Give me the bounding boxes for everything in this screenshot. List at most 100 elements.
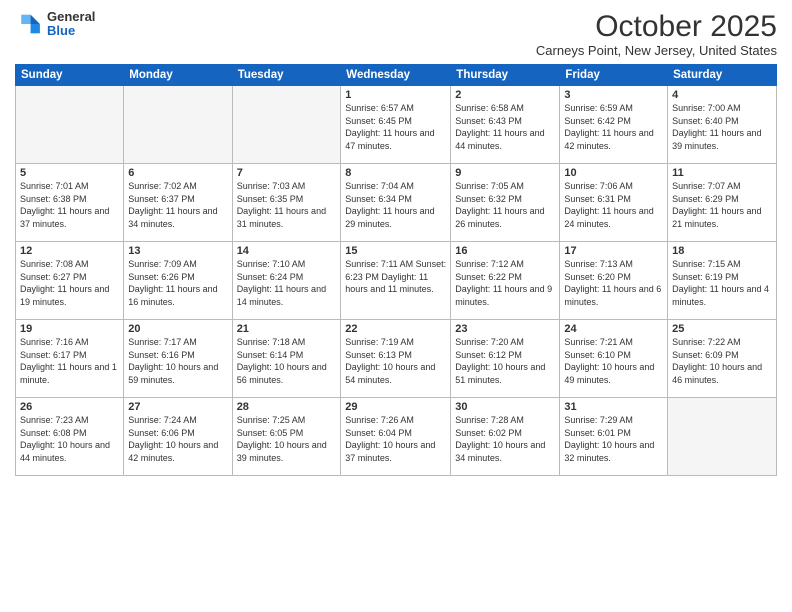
day-info: Sunrise: 7:25 AM Sunset: 6:05 PM Dayligh… bbox=[237, 414, 337, 464]
day-cell: 5Sunrise: 7:01 AM Sunset: 6:38 PM Daylig… bbox=[16, 164, 124, 242]
day-cell: 7Sunrise: 7:03 AM Sunset: 6:35 PM Daylig… bbox=[232, 164, 341, 242]
day-number: 30 bbox=[455, 401, 555, 413]
day-info: Sunrise: 7:19 AM Sunset: 6:13 PM Dayligh… bbox=[345, 336, 446, 386]
day-cell: 10Sunrise: 7:06 AM Sunset: 6:31 PM Dayli… bbox=[560, 164, 668, 242]
day-cell: 26Sunrise: 7:23 AM Sunset: 6:08 PM Dayli… bbox=[16, 398, 124, 476]
day-info: Sunrise: 7:09 AM Sunset: 6:26 PM Dayligh… bbox=[128, 258, 227, 308]
day-info: Sunrise: 6:58 AM Sunset: 6:43 PM Dayligh… bbox=[455, 102, 555, 152]
logo-general-text: General bbox=[47, 10, 95, 24]
day-number: 2 bbox=[455, 89, 555, 101]
day-cell: 28Sunrise: 7:25 AM Sunset: 6:05 PM Dayli… bbox=[232, 398, 341, 476]
day-info: Sunrise: 7:05 AM Sunset: 6:32 PM Dayligh… bbox=[455, 180, 555, 230]
day-cell: 2Sunrise: 6:58 AM Sunset: 6:43 PM Daylig… bbox=[451, 86, 560, 164]
day-info: Sunrise: 7:23 AM Sunset: 6:08 PM Dayligh… bbox=[20, 414, 119, 464]
day-number: 23 bbox=[455, 323, 555, 335]
logo: General Blue bbox=[15, 10, 95, 39]
location: Carneys Point, New Jersey, United States bbox=[536, 43, 777, 58]
week-row-2: 5Sunrise: 7:01 AM Sunset: 6:38 PM Daylig… bbox=[16, 164, 777, 242]
day-info: Sunrise: 7:01 AM Sunset: 6:38 PM Dayligh… bbox=[20, 180, 119, 230]
week-row-1: 1Sunrise: 6:57 AM Sunset: 6:45 PM Daylig… bbox=[16, 86, 777, 164]
day-info: Sunrise: 7:18 AM Sunset: 6:14 PM Dayligh… bbox=[237, 336, 337, 386]
week-row-4: 19Sunrise: 7:16 AM Sunset: 6:17 PM Dayli… bbox=[16, 320, 777, 398]
weekday-header-wednesday: Wednesday bbox=[341, 65, 451, 86]
day-cell: 11Sunrise: 7:07 AM Sunset: 6:29 PM Dayli… bbox=[668, 164, 777, 242]
day-number: 24 bbox=[564, 323, 663, 335]
day-cell bbox=[124, 86, 232, 164]
day-cell: 3Sunrise: 6:59 AM Sunset: 6:42 PM Daylig… bbox=[560, 86, 668, 164]
day-info: Sunrise: 7:16 AM Sunset: 6:17 PM Dayligh… bbox=[20, 336, 119, 386]
weekday-header-thursday: Thursday bbox=[451, 65, 560, 86]
day-number: 31 bbox=[564, 401, 663, 413]
day-number: 14 bbox=[237, 245, 337, 257]
day-cell: 30Sunrise: 7:28 AM Sunset: 6:02 PM Dayli… bbox=[451, 398, 560, 476]
day-cell: 14Sunrise: 7:10 AM Sunset: 6:24 PM Dayli… bbox=[232, 242, 341, 320]
day-info: Sunrise: 7:28 AM Sunset: 6:02 PM Dayligh… bbox=[455, 414, 555, 464]
day-info: Sunrise: 7:13 AM Sunset: 6:20 PM Dayligh… bbox=[564, 258, 663, 308]
day-number: 9 bbox=[455, 167, 555, 179]
day-cell: 22Sunrise: 7:19 AM Sunset: 6:13 PM Dayli… bbox=[341, 320, 451, 398]
logo-icon bbox=[15, 10, 43, 38]
day-info: Sunrise: 7:29 AM Sunset: 6:01 PM Dayligh… bbox=[564, 414, 663, 464]
weekday-header-friday: Friday bbox=[560, 65, 668, 86]
title-block: October 2025 Carneys Point, New Jersey, … bbox=[536, 10, 777, 58]
day-info: Sunrise: 7:12 AM Sunset: 6:22 PM Dayligh… bbox=[455, 258, 555, 308]
day-cell: 17Sunrise: 7:13 AM Sunset: 6:20 PM Dayli… bbox=[560, 242, 668, 320]
day-number: 20 bbox=[128, 323, 227, 335]
day-number: 15 bbox=[345, 245, 446, 257]
day-info: Sunrise: 7:21 AM Sunset: 6:10 PM Dayligh… bbox=[564, 336, 663, 386]
calendar-table: SundayMondayTuesdayWednesdayThursdayFrid… bbox=[15, 64, 777, 476]
month-title: October 2025 bbox=[536, 10, 777, 43]
day-number: 4 bbox=[672, 89, 772, 101]
day-cell: 21Sunrise: 7:18 AM Sunset: 6:14 PM Dayli… bbox=[232, 320, 341, 398]
weekday-header-sunday: Sunday bbox=[16, 65, 124, 86]
day-info: Sunrise: 7:17 AM Sunset: 6:16 PM Dayligh… bbox=[128, 336, 227, 386]
day-cell: 4Sunrise: 7:00 AM Sunset: 6:40 PM Daylig… bbox=[668, 86, 777, 164]
week-row-3: 12Sunrise: 7:08 AM Sunset: 6:27 PM Dayli… bbox=[16, 242, 777, 320]
day-info: Sunrise: 7:08 AM Sunset: 6:27 PM Dayligh… bbox=[20, 258, 119, 308]
day-cell: 23Sunrise: 7:20 AM Sunset: 6:12 PM Dayli… bbox=[451, 320, 560, 398]
day-cell: 15Sunrise: 7:11 AM Sunset: 6:23 PM Dayli… bbox=[341, 242, 451, 320]
day-number: 5 bbox=[20, 167, 119, 179]
day-info: Sunrise: 7:20 AM Sunset: 6:12 PM Dayligh… bbox=[455, 336, 555, 386]
day-cell: 9Sunrise: 7:05 AM Sunset: 6:32 PM Daylig… bbox=[451, 164, 560, 242]
day-cell: 31Sunrise: 7:29 AM Sunset: 6:01 PM Dayli… bbox=[560, 398, 668, 476]
day-number: 26 bbox=[20, 401, 119, 413]
day-number: 18 bbox=[672, 245, 772, 257]
day-number: 10 bbox=[564, 167, 663, 179]
day-info: Sunrise: 6:59 AM Sunset: 6:42 PM Dayligh… bbox=[564, 102, 663, 152]
day-cell: 19Sunrise: 7:16 AM Sunset: 6:17 PM Dayli… bbox=[16, 320, 124, 398]
day-info: Sunrise: 7:06 AM Sunset: 6:31 PM Dayligh… bbox=[564, 180, 663, 230]
day-number: 19 bbox=[20, 323, 119, 335]
day-cell: 18Sunrise: 7:15 AM Sunset: 6:19 PM Dayli… bbox=[668, 242, 777, 320]
weekday-header-monday: Monday bbox=[124, 65, 232, 86]
day-cell: 24Sunrise: 7:21 AM Sunset: 6:10 PM Dayli… bbox=[560, 320, 668, 398]
day-cell: 16Sunrise: 7:12 AM Sunset: 6:22 PM Dayli… bbox=[451, 242, 560, 320]
day-info: Sunrise: 7:10 AM Sunset: 6:24 PM Dayligh… bbox=[237, 258, 337, 308]
weekday-header-saturday: Saturday bbox=[668, 65, 777, 86]
day-number: 6 bbox=[128, 167, 227, 179]
day-number: 7 bbox=[237, 167, 337, 179]
day-number: 22 bbox=[345, 323, 446, 335]
day-info: Sunrise: 7:22 AM Sunset: 6:09 PM Dayligh… bbox=[672, 336, 772, 386]
day-number: 3 bbox=[564, 89, 663, 101]
day-info: Sunrise: 7:04 AM Sunset: 6:34 PM Dayligh… bbox=[345, 180, 446, 230]
day-info: Sunrise: 7:24 AM Sunset: 6:06 PM Dayligh… bbox=[128, 414, 227, 464]
day-number: 11 bbox=[672, 167, 772, 179]
day-number: 28 bbox=[237, 401, 337, 413]
header: General Blue October 2025 Carneys Point,… bbox=[15, 10, 777, 58]
day-cell: 27Sunrise: 7:24 AM Sunset: 6:06 PM Dayli… bbox=[124, 398, 232, 476]
day-cell: 6Sunrise: 7:02 AM Sunset: 6:37 PM Daylig… bbox=[124, 164, 232, 242]
day-number: 21 bbox=[237, 323, 337, 335]
day-cell bbox=[232, 86, 341, 164]
day-cell: 20Sunrise: 7:17 AM Sunset: 6:16 PM Dayli… bbox=[124, 320, 232, 398]
day-number: 29 bbox=[345, 401, 446, 413]
day-cell: 1Sunrise: 6:57 AM Sunset: 6:45 PM Daylig… bbox=[341, 86, 451, 164]
day-info: Sunrise: 7:03 AM Sunset: 6:35 PM Dayligh… bbox=[237, 180, 337, 230]
logo-blue-text: Blue bbox=[47, 24, 95, 38]
day-info: Sunrise: 6:57 AM Sunset: 6:45 PM Dayligh… bbox=[345, 102, 446, 152]
day-number: 12 bbox=[20, 245, 119, 257]
day-number: 25 bbox=[672, 323, 772, 335]
weekday-header-tuesday: Tuesday bbox=[232, 65, 341, 86]
week-row-5: 26Sunrise: 7:23 AM Sunset: 6:08 PM Dayli… bbox=[16, 398, 777, 476]
day-cell bbox=[16, 86, 124, 164]
